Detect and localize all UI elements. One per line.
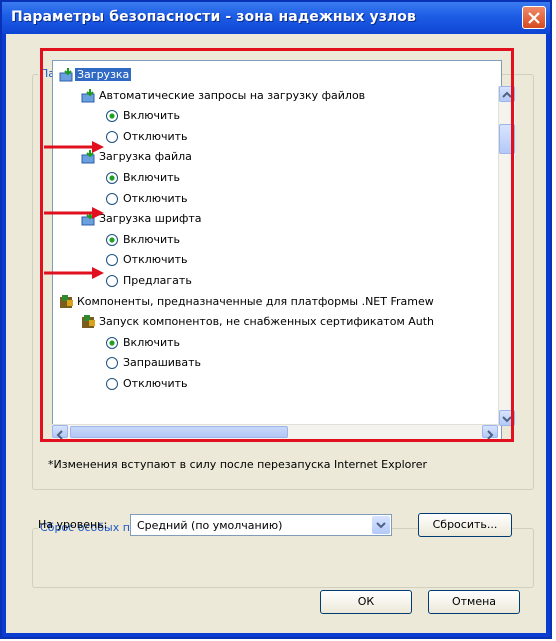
title-bar[interactable]: Параметры безопасности - зона надежных у… (2, 2, 550, 34)
ok-button[interactable]: ОК (320, 590, 412, 614)
restart-note: *Изменения вступают в силу после перезап… (48, 458, 427, 471)
close-icon (528, 12, 540, 24)
cancel-button[interactable]: Отмена (428, 590, 520, 614)
red-arrow-2 (44, 207, 104, 219)
chevron-down-icon (376, 522, 386, 529)
security-level-select[interactable]: Средний (по умолчанию) (130, 514, 392, 536)
level-label: На уровень: (38, 518, 108, 531)
close-button[interactable] (522, 6, 546, 29)
reset-groupbox (32, 528, 534, 588)
dropdown-button[interactable] (372, 516, 390, 534)
red-arrow-1 (44, 141, 104, 153)
security-settings-window: Параметры безопасности - зона надежных у… (0, 0, 552, 639)
red-arrow-3 (44, 267, 104, 279)
window-title: Параметры безопасности - зона надежных у… (11, 9, 416, 25)
security-level-value: Средний (по умолчанию) (137, 519, 283, 532)
red-highlight-frame (40, 48, 514, 442)
reset-button[interactable]: Сбросить... (418, 513, 512, 537)
